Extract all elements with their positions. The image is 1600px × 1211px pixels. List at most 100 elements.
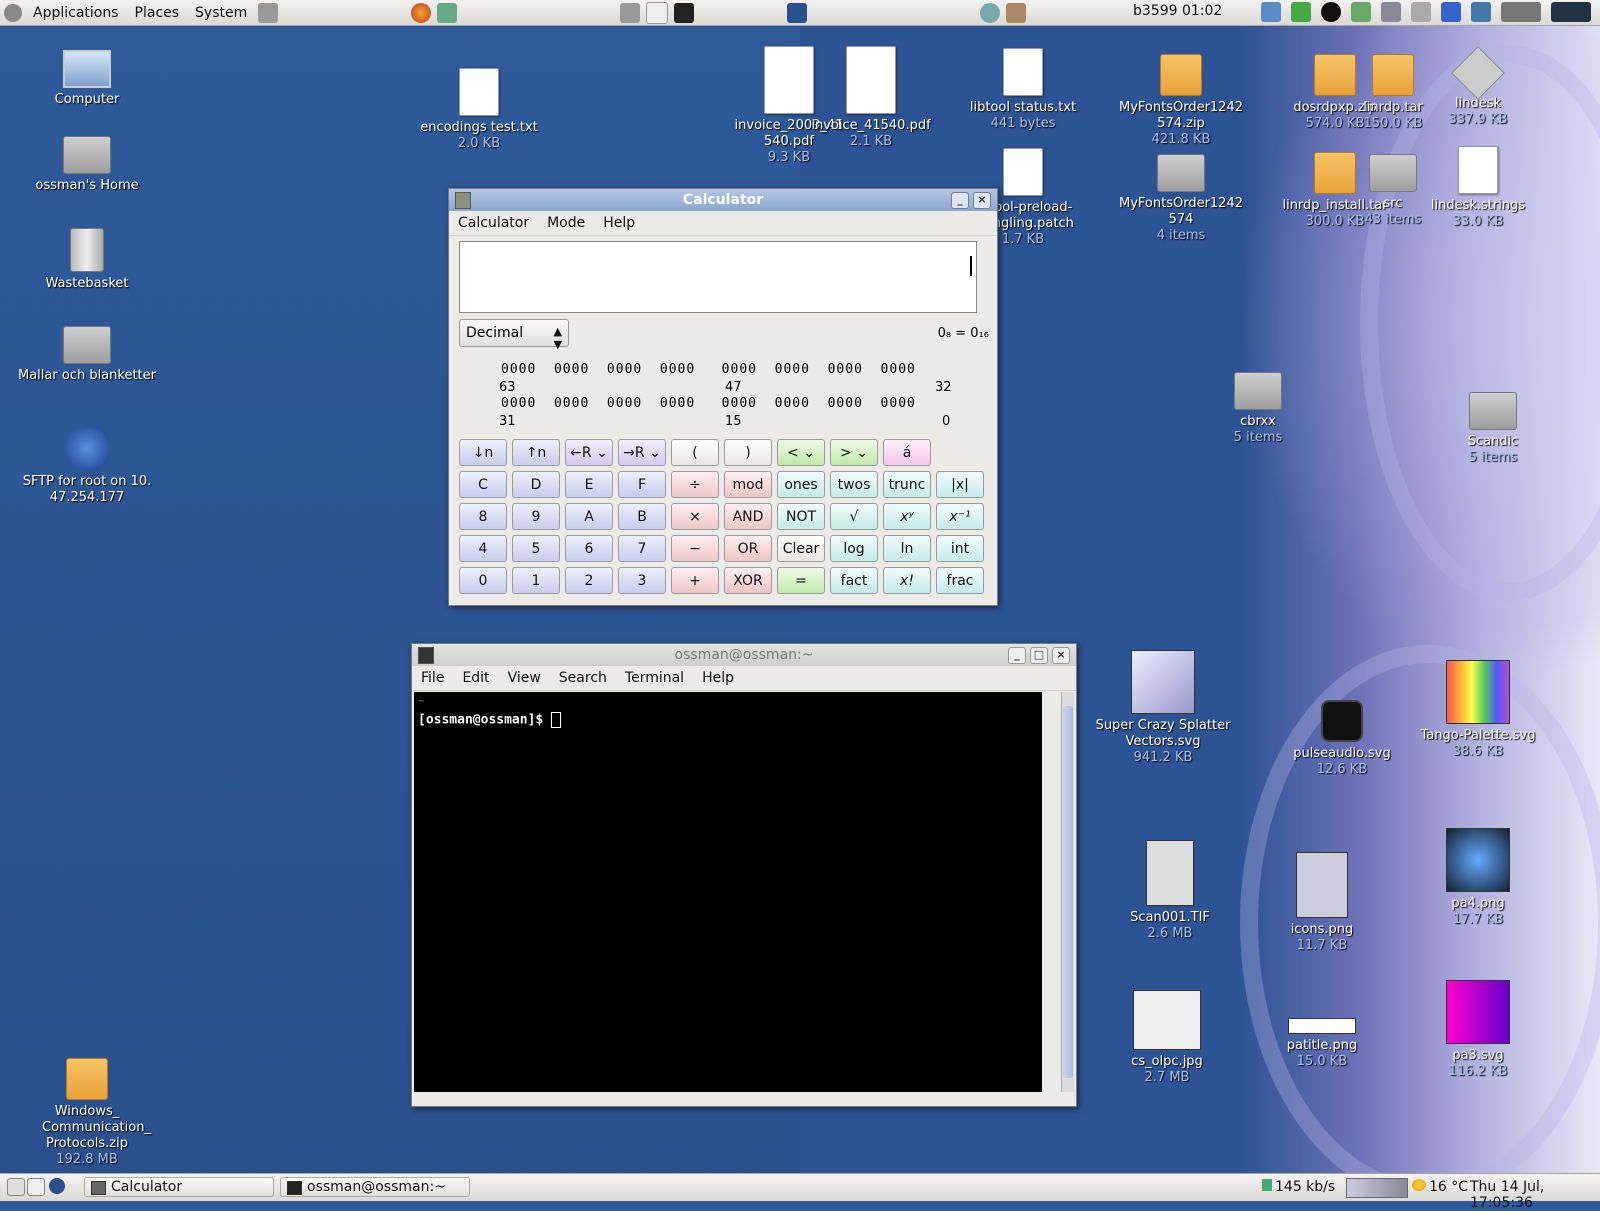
digit-a-button[interactable]: A <box>565 503 613 530</box>
menu-file[interactable]: File <box>412 670 453 686</box>
desktop-file[interactable]: cs_olpc.jpg 2.7 MB <box>1092 990 1242 1086</box>
less-than-button[interactable]: < ⌄ <box>777 439 825 466</box>
bit-display-row2[interactable]: 0000 0000 0000 0000 0000 0000 0000 0000 <box>501 396 916 411</box>
desktop-file[interactable]: Scan001.TIF 2.6 MB <box>1095 840 1245 942</box>
menu-help[interactable]: Help <box>693 670 743 686</box>
users-icon[interactable] <box>1351 2 1371 22</box>
desktop-file[interactable]: Super Crazy Splatter Vectors.svg 941.2 K… <box>1088 650 1238 766</box>
frac-button[interactable]: frac <box>936 567 984 594</box>
close-button[interactable]: × <box>1052 647 1070 664</box>
bit-display-row1[interactable]: 0000 0000 0000 0000 0000 0000 0000 0000 <box>501 362 916 377</box>
xor-button[interactable]: XOR <box>724 567 772 594</box>
menu-system[interactable]: System <box>187 5 255 21</box>
network-manager-icon[interactable] <box>1261 2 1281 22</box>
gnome-foot-icon[interactable] <box>4 3 22 22</box>
digit-8-button[interactable]: 8 <box>459 503 507 530</box>
desktop-file[interactable]: pa4.png 17.7 KB <box>1403 828 1553 928</box>
desktop-folder[interactable]: cbrxx 5 items <box>1183 364 1333 446</box>
digit-d-button[interactable]: D <box>512 471 560 498</box>
netspeed-readout[interactable]: 145 kb/s <box>1262 1179 1335 1195</box>
equals-button[interactable]: = <box>777 567 825 594</box>
digit-9-button[interactable]: 9 <box>512 503 560 530</box>
factorial-button[interactable]: x! <box>883 567 931 594</box>
menu-calculator[interactable]: Calculator <box>449 215 538 231</box>
clear-button[interactable]: Clear <box>777 535 825 562</box>
ones-button[interactable]: ones <box>777 471 825 498</box>
calculator-window-icon[interactable] <box>455 192 471 209</box>
window-list-icon[interactable] <box>27 1178 45 1196</box>
int-button[interactable]: int <box>936 535 984 562</box>
firefox-icon[interactable] <box>411 2 432 23</box>
menu-view[interactable]: View <box>499 670 550 686</box>
bluetooth-icon[interactable] <box>1441 2 1461 22</box>
desktop-wastebasket[interactable]: Wastebasket <box>12 228 162 292</box>
desktop-home[interactable]: ossman's Home <box>12 128 162 194</box>
twos-button[interactable]: twos <box>830 471 878 498</box>
terminal-window-icon[interactable] <box>418 647 434 664</box>
digit-2-button[interactable]: 2 <box>565 567 613 594</box>
rotate-left-button[interactable]: ←R ⌄ <box>565 439 613 466</box>
terminal-scrollbar[interactable] <box>1061 692 1074 1092</box>
show-desktop-icon[interactable] <box>7 1178 25 1196</box>
account-icon[interactable] <box>1321 2 1341 22</box>
update-icon[interactable] <box>1291 2 1311 22</box>
clock-applet-icon[interactable] <box>980 2 1001 23</box>
scrollbar-thumb[interactable] <box>1063 706 1073 1078</box>
panel-datetime[interactable]: Thu 14 Jul, 17:05:36 <box>1470 1179 1600 1211</box>
fact-button[interactable]: fact <box>830 567 878 594</box>
close-button[interactable]: × <box>973 192 991 209</box>
menu-search[interactable]: Search <box>550 670 616 686</box>
divide-button[interactable]: ÷ <box>671 471 719 498</box>
tool-icon[interactable] <box>1006 2 1027 23</box>
digit-4-button[interactable]: 4 <box>459 535 507 562</box>
desktop-file[interactable]: lindesk 337.9 KB <box>1433 46 1523 128</box>
multiply-button[interactable]: × <box>671 503 719 530</box>
or-button[interactable]: OR <box>724 535 772 562</box>
text-editor-icon[interactable] <box>646 1 669 24</box>
digit-1-button[interactable]: 1 <box>512 567 560 594</box>
workspace-switcher-icon[interactable] <box>1501 2 1541 22</box>
digit-7-button[interactable]: 7 <box>618 535 666 562</box>
desktop-file[interactable]: linrdp.tar 150.0 KB <box>1353 48 1433 132</box>
digit-c-button[interactable]: C <box>459 471 507 498</box>
volume-icon[interactable] <box>1411 2 1431 22</box>
menu-places[interactable]: Places <box>127 5 188 21</box>
desktop-file[interactable]: encodings test.txt 2.0 KB <box>404 68 554 152</box>
desktop-file[interactable]: Tango-Palette.svg 38.6 KB <box>1403 660 1553 760</box>
settings-icon[interactable] <box>258 2 279 23</box>
fedora-icon[interactable] <box>49 1178 65 1194</box>
maximize-button[interactable]: □ <box>1030 647 1048 664</box>
calculator-display[interactable] <box>459 241 977 313</box>
log-button[interactable]: log <box>830 535 878 562</box>
desktop-computer[interactable]: Computer <box>12 46 162 108</box>
rotate-right-button[interactable]: →R ⌄ <box>618 439 666 466</box>
add-button[interactable]: + <box>671 567 719 594</box>
minimize-button[interactable]: _ <box>1008 647 1026 664</box>
not-button[interactable]: NOT <box>777 503 825 530</box>
menu-help[interactable]: Help <box>594 215 644 231</box>
reciprocal-button[interactable]: x⁻¹ <box>936 503 984 530</box>
calculator-titlebar[interactable]: Calculator _ × <box>449 189 997 211</box>
desktop-file[interactable]: pulseaudio.svg 12.6 KB <box>1267 700 1417 778</box>
desktop-file[interactable]: patitle.png 15.0 KB <box>1247 1018 1397 1070</box>
desktop-sftp[interactable]: SFTP for root on 10. 47.254.177 <box>12 426 162 506</box>
number-base-select[interactable]: Decimal ▲ ▼ <box>459 319 569 351</box>
workspace-switcher[interactable] <box>1346 1178 1408 1198</box>
sqrt-button[interactable]: √ <box>830 503 878 530</box>
desktop-windows-zip[interactable]: Windows_ Communication_ Protocols.zip 19… <box>12 1052 162 1168</box>
ln-button[interactable]: ln <box>883 535 931 562</box>
desktop-file[interactable]: pa3.svg 116.2 KB <box>1403 980 1553 1080</box>
taskbar-calculator[interactable]: Calculator <box>84 1177 274 1197</box>
minimize-button[interactable]: _ <box>951 192 969 209</box>
open-paren-button[interactable]: ( <box>671 439 719 466</box>
menu-mode[interactable]: Mode <box>538 215 594 231</box>
trunc-button[interactable]: trunc <box>883 471 931 498</box>
panel-clock[interactable]: b3599 01:02 <box>1133 3 1222 19</box>
greater-than-button[interactable]: > ⌄ <box>830 439 878 466</box>
desktop-file[interactable]: lindesk.strings 33.0 KB <box>1428 146 1528 230</box>
desktop-file[interactable]: MyFontsOrder1242574.zip 421.8 KB <box>1106 48 1256 148</box>
system-monitor-icon[interactable] <box>1551 2 1591 22</box>
display-icon[interactable] <box>1381 2 1401 22</box>
terminal-titlebar[interactable]: ossman@ossman:~ _ □ × <box>412 644 1076 666</box>
taskbar-terminal[interactable]: ossman@ossman:~ <box>280 1177 470 1197</box>
